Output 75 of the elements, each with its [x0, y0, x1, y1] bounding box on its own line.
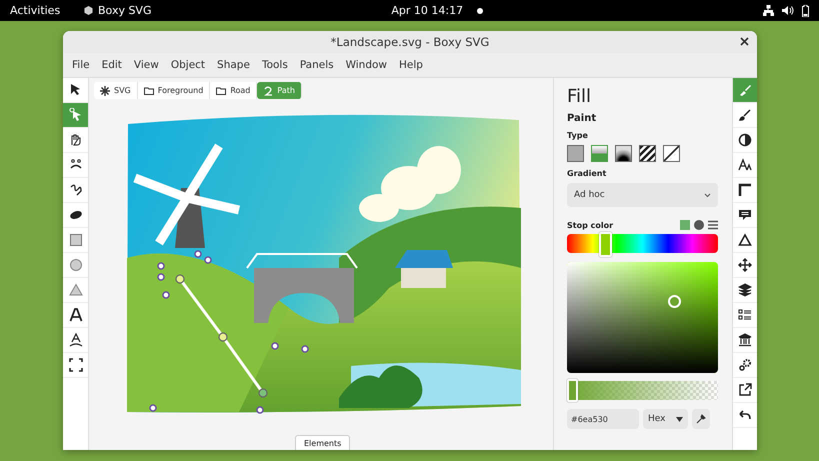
circle-icon[interactable]	[694, 220, 704, 230]
gradient-label: Gradient	[567, 169, 608, 178]
caret-icon	[676, 416, 683, 422]
menu-item[interactable]: File	[66, 59, 96, 71]
text-icon[interactable]	[68, 308, 82, 322]
menu-item[interactable]: Window	[340, 59, 394, 71]
menu-item[interactable]: Shape	[211, 59, 256, 71]
menu-item[interactable]: Help	[393, 59, 429, 71]
volume-icon[interactable]	[782, 5, 794, 16]
landscape-illustration-drawing[interactable]	[127, 114, 521, 412]
font-size-icon[interactable]	[738, 158, 752, 172]
pointer-icon[interactable]	[68, 83, 82, 97]
node-pointer-icon[interactable]	[68, 108, 82, 122]
bank-icon[interactable]	[738, 333, 752, 347]
saturation-value-picker[interactable]	[567, 262, 718, 373]
hand-icon[interactable]	[68, 133, 82, 147]
app-name[interactable]: Boxy SVG	[98, 4, 152, 17]
menu-item[interactable]: View	[128, 59, 165, 71]
gradient-dropdown[interactable]: Ad hoc	[567, 183, 718, 207]
folder-icon[interactable]	[144, 86, 154, 96]
app-icon	[84, 6, 93, 15]
circle-icon[interactable]	[68, 258, 82, 272]
list-icon[interactable]	[738, 308, 752, 322]
network-icon[interactable]	[763, 5, 774, 16]
paint-type-option[interactable]	[615, 145, 632, 162]
format-dropdown[interactable]: Hex	[643, 409, 688, 429]
picker-handle[interactable]	[668, 295, 682, 308]
undo-icon[interactable]	[738, 408, 752, 422]
opacity-slider[interactable]	[567, 381, 718, 400]
brush-icon[interactable]	[738, 108, 752, 122]
gears-icon[interactable]	[738, 358, 752, 372]
contrast-icon[interactable]	[738, 133, 752, 147]
folder-icon[interactable]	[216, 86, 226, 96]
notification-dot	[477, 8, 484, 14]
freehand-icon[interactable]	[68, 183, 82, 197]
breadcrumb[interactable]: Foreground	[138, 82, 210, 99]
panel-title: Fill	[567, 86, 592, 107]
triangle-icon[interactable]	[68, 283, 82, 297]
paint-type-option[interactable]	[639, 145, 656, 162]
layers-icon[interactable]	[738, 283, 752, 297]
eyedropper-button[interactable]	[692, 409, 710, 429]
battery-icon[interactable]	[802, 4, 809, 16]
chevron-down-icon	[704, 192, 711, 198]
path-editing-drawing[interactable]	[149, 250, 309, 414]
corner-icon[interactable]	[738, 183, 752, 197]
menu-item[interactable]: Panels	[294, 59, 340, 71]
list-icon[interactable]	[708, 220, 718, 230]
export-icon[interactable]	[738, 383, 752, 397]
move-arrows-icon[interactable]	[738, 258, 752, 272]
opacity-slider-thumb[interactable]	[567, 379, 578, 402]
blob-icon[interactable]	[68, 208, 82, 222]
clock[interactable]: Apr 10 14:17	[391, 4, 464, 17]
close-icon[interactable]	[740, 37, 749, 46]
stop-color-label: Stop color	[567, 220, 614, 230]
hue-slider-thumb[interactable]	[598, 232, 612, 257]
window-title: *Landscape.svg - Boxy SVG	[330, 35, 490, 49]
text-on-path-icon[interactable]	[68, 333, 82, 347]
hex-input-field[interactable]: #6ea530	[567, 409, 639, 429]
section-heading: Paint	[567, 113, 598, 124]
type-label: Type	[567, 131, 589, 140]
menu-item[interactable]: Edit	[96, 59, 128, 71]
menu-item[interactable]: Object	[164, 59, 212, 71]
breadcrumb[interactable]: SVG	[94, 82, 138, 99]
activities-button[interactable]: Activities	[10, 4, 66, 17]
menu-item[interactable]: Tools	[256, 59, 294, 71]
rectangle-icon[interactable]	[68, 233, 82, 247]
paint-type-option[interactable]	[663, 145, 680, 162]
asterisk-icon[interactable]	[100, 86, 110, 96]
speech-bubble-icon[interactable]	[738, 208, 752, 222]
fullscreen-icon[interactable]	[68, 358, 82, 372]
paint-brush-icon[interactable]	[738, 83, 752, 97]
triangle-outline-icon[interactable]	[738, 233, 752, 247]
eyedropper-icon	[696, 414, 706, 424]
elements-tab[interactable]: Elements	[295, 435, 350, 450]
squiggle-icon[interactable]	[263, 86, 274, 96]
